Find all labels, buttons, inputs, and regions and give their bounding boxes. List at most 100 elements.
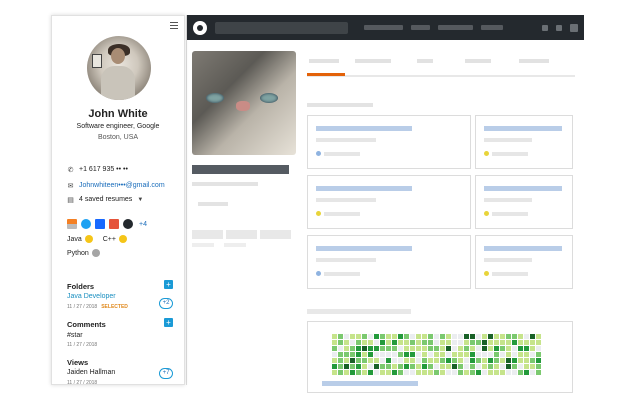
contribution-cell bbox=[452, 334, 457, 339]
contribution-cell bbox=[494, 370, 499, 375]
contribution-cell bbox=[464, 346, 469, 351]
contribution-cell bbox=[374, 346, 379, 351]
contribution-cell bbox=[506, 334, 511, 339]
contribution-cell bbox=[410, 346, 415, 351]
contribution-cell bbox=[482, 346, 487, 351]
contribution-cell bbox=[410, 364, 415, 369]
tab-stars[interactable] bbox=[465, 59, 491, 63]
phone-row[interactable]: ✆ +1 617 935 •• •• bbox=[67, 166, 128, 174]
contribution-cell bbox=[512, 364, 517, 369]
contribution-cell bbox=[410, 334, 415, 339]
github-icon[interactable] bbox=[123, 219, 133, 229]
contribution-cell bbox=[530, 364, 535, 369]
contribution-cell bbox=[386, 352, 391, 357]
repo-card[interactable] bbox=[475, 175, 573, 229]
github-nav-link[interactable] bbox=[410, 25, 431, 30]
candidate-sidebar: John White Software engineer, Google Bos… bbox=[51, 15, 185, 386]
repo-card[interactable] bbox=[307, 175, 471, 229]
contribution-cell bbox=[332, 340, 337, 345]
contribution-cell bbox=[524, 352, 529, 357]
contribution-cell bbox=[344, 358, 349, 363]
contribution-cell bbox=[404, 352, 409, 357]
contribution-cell bbox=[518, 352, 523, 357]
repo-card[interactable] bbox=[307, 115, 471, 169]
contribution-cell bbox=[518, 370, 523, 375]
views-count-badge[interactable]: +7 bbox=[159, 368, 173, 379]
tab-projects[interactable] bbox=[417, 59, 433, 63]
contribution-cell bbox=[464, 370, 469, 375]
contribution-cell bbox=[434, 358, 439, 363]
contribution-cell bbox=[440, 370, 445, 375]
contribution-cell bbox=[482, 352, 487, 357]
github-nav-link[interactable] bbox=[363, 25, 403, 30]
contribution-cell bbox=[530, 346, 535, 351]
repo-card[interactable] bbox=[475, 235, 573, 289]
contribution-cell bbox=[392, 364, 397, 369]
github-search-input[interactable] bbox=[214, 21, 348, 34]
contribution-cell bbox=[476, 346, 481, 351]
contribution-cell bbox=[518, 346, 523, 351]
email-row[interactable]: ✉ Johnwhiteen•••@gmail.com bbox=[67, 182, 165, 190]
github-profile-column bbox=[192, 51, 296, 247]
tab-followers[interactable] bbox=[519, 59, 549, 63]
contribution-cell bbox=[392, 340, 397, 345]
repo-card[interactable] bbox=[307, 235, 471, 289]
folders-count-badge[interactable]: +2 bbox=[159, 298, 173, 309]
plus-icon[interactable] bbox=[556, 24, 563, 31]
github-logo-icon[interactable] bbox=[193, 20, 207, 35]
profile-location: Boston, USA bbox=[97, 134, 139, 141]
contribution-cell bbox=[500, 340, 505, 345]
contribution-cell bbox=[416, 340, 421, 345]
document-icon: ▤ bbox=[67, 196, 74, 204]
contribution-cell bbox=[494, 358, 499, 363]
contribution-cell bbox=[446, 364, 451, 369]
contribution-cell bbox=[434, 346, 439, 351]
add-comment-button[interactable]: + bbox=[164, 318, 173, 327]
contribution-cell bbox=[338, 364, 343, 369]
folder-item[interactable]: Java Developer bbox=[67, 293, 116, 300]
contribution-cell bbox=[506, 364, 511, 369]
stackoverflow-icon[interactable] bbox=[67, 219, 77, 229]
contribution-cell bbox=[536, 334, 541, 339]
contribution-cell bbox=[536, 358, 541, 363]
github-nav-link[interactable] bbox=[481, 25, 503, 30]
repo-card[interactable] bbox=[475, 115, 573, 169]
contribution-cell bbox=[500, 352, 505, 357]
contribution-cell bbox=[422, 346, 427, 351]
user-avatar-icon[interactable] bbox=[570, 23, 578, 32]
contribution-cell bbox=[410, 340, 415, 345]
tab-overview[interactable] bbox=[309, 59, 339, 63]
contribution-cell bbox=[350, 352, 355, 357]
hamburger-menu-icon[interactable] bbox=[170, 22, 178, 29]
tab-repositories[interactable] bbox=[355, 59, 391, 63]
contribution-cell bbox=[452, 364, 457, 369]
contribution-cell bbox=[338, 352, 343, 357]
notification-icon[interactable] bbox=[542, 24, 549, 31]
contribution-cell bbox=[350, 340, 355, 345]
contribution-cell bbox=[524, 370, 529, 375]
contribution-cell bbox=[422, 370, 427, 375]
twitter-icon[interactable] bbox=[81, 219, 91, 229]
contribution-cell bbox=[398, 334, 403, 339]
email-link[interactable]: Johnwhiteen•••@gmail.com bbox=[79, 182, 165, 189]
contribution-cell bbox=[386, 358, 391, 363]
contribution-cell bbox=[416, 370, 421, 375]
contribution-cell bbox=[350, 370, 355, 375]
contribution-cell bbox=[500, 370, 505, 375]
contribution-cell bbox=[392, 352, 397, 357]
resumes-dropdown[interactable]: ▤ 4 saved resumes ▼ bbox=[67, 196, 143, 204]
contribution-cell bbox=[440, 346, 445, 351]
contribution-cell bbox=[464, 334, 469, 339]
gitlab-icon[interactable] bbox=[109, 219, 119, 229]
more-social-links[interactable]: +4 bbox=[139, 221, 147, 228]
contribution-cell bbox=[368, 340, 373, 345]
contribution-cell bbox=[536, 370, 541, 375]
contribution-cell bbox=[446, 334, 451, 339]
contribution-cell bbox=[368, 334, 373, 339]
contribution-cell bbox=[374, 370, 379, 375]
contribution-cell bbox=[362, 334, 367, 339]
contribution-cell bbox=[470, 340, 475, 345]
github-nav-link[interactable] bbox=[438, 25, 474, 30]
add-folder-button[interactable]: + bbox=[164, 280, 173, 289]
behance-icon[interactable] bbox=[95, 219, 105, 229]
